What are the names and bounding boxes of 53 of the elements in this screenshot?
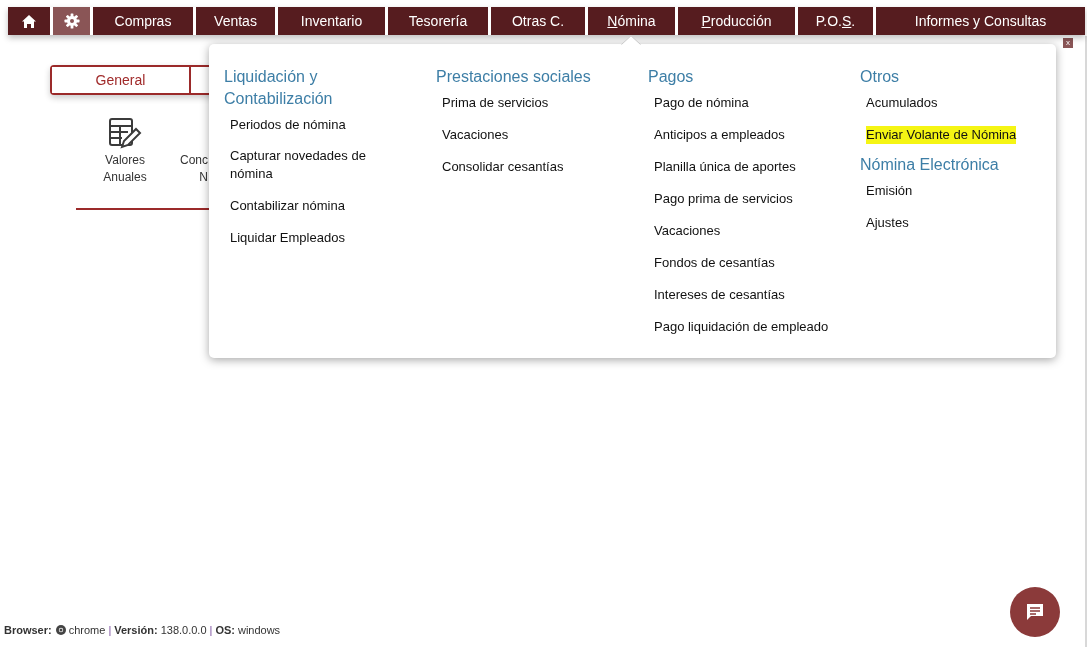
menu-item[interactable]: Ajustes — [866, 214, 909, 232]
separator: | — [108, 624, 112, 636]
separator: | — [209, 624, 213, 636]
menu-heading: Otros — [860, 67, 900, 87]
home-button[interactable] — [8, 7, 50, 35]
nav-menu-item[interactable]: Ventas — [196, 7, 275, 35]
settings-button[interactable] — [53, 7, 90, 35]
nav-menu-item[interactable]: Otras C. — [491, 7, 585, 35]
home-icon — [21, 13, 37, 29]
menu-item[interactable]: Vacaciones — [442, 126, 509, 144]
nav-menu-item[interactable]: Inventario — [278, 7, 385, 35]
menu-item[interactable]: Emisión — [866, 182, 913, 200]
menu-item[interactable]: Vacaciones — [654, 222, 721, 240]
menu-item[interactable]: Acumulados — [866, 94, 938, 112]
menu-item[interactable]: Intereses de cesantías — [654, 286, 785, 304]
menu-item[interactable]: Liquidar Empleados — [230, 229, 345, 247]
info-label: Versión: — [114, 624, 158, 636]
close-button[interactable]: x — [1063, 38, 1073, 48]
info-value: 138.0.0.0 — [160, 624, 207, 636]
info-label: OS: — [215, 624, 235, 636]
menu-item[interactable]: Pago de nómina — [654, 94, 749, 112]
nav-menu-item[interactable]: Nómina — [588, 7, 675, 35]
nav-menu-item[interactable]: Producción — [678, 7, 795, 35]
menu-item[interactable]: Prima de servicios — [442, 94, 549, 112]
tab[interactable]: General — [52, 67, 191, 93]
menu-heading: Liquidación y Contabilización — [224, 67, 334, 109]
menu-item[interactable]: Pago liquidación de empleado — [654, 318, 829, 336]
menu-item[interactable]: Consolidar cesantías — [442, 158, 564, 176]
chat-icon — [1025, 602, 1045, 622]
menu-item[interactable]: Anticipos a empleados — [654, 126, 785, 144]
nav-menu-item[interactable]: Tesorería — [388, 7, 488, 35]
info-label: Browser: — [4, 624, 52, 636]
nav-menu-item[interactable]: Informes y Consultas — [876, 7, 1085, 35]
info-value: windows — [237, 624, 281, 636]
menu-item[interactable]: Pago prima de servicios — [654, 190, 793, 208]
menu-item[interactable]: Capturar novedades de nómina — [230, 147, 375, 183]
menu-heading: Pagos — [648, 67, 694, 87]
nav-menu-item[interactable]: Compras — [93, 7, 193, 35]
menu-item[interactable]: Fondos de cesantías — [654, 254, 775, 272]
menu-item[interactable]: Periodos de nómina — [230, 116, 346, 134]
shortcut-label[interactable]: Conc N — [180, 152, 208, 186]
chrome-icon — [55, 625, 66, 635]
menu-heading: Nómina Electrónica — [860, 155, 999, 175]
menu-heading: Prestaciones sociales — [436, 67, 591, 87]
info-value: chrome — [68, 624, 106, 636]
shortcut-label[interactable]: Valores Anuales — [103, 152, 147, 186]
table-pencil-icon — [108, 117, 142, 150]
menu-item[interactable]: Contabilizar nómina — [230, 197, 345, 215]
menu-item[interactable]: Planilla única de aportes — [654, 158, 796, 176]
nav-menu-item[interactable]: P.O.S. — [798, 7, 873, 35]
menu-item[interactable]: Enviar Volante de Nómina — [866, 126, 1017, 144]
settings-icon — [63, 13, 80, 29]
chat-button[interactable] — [1010, 587, 1060, 637]
